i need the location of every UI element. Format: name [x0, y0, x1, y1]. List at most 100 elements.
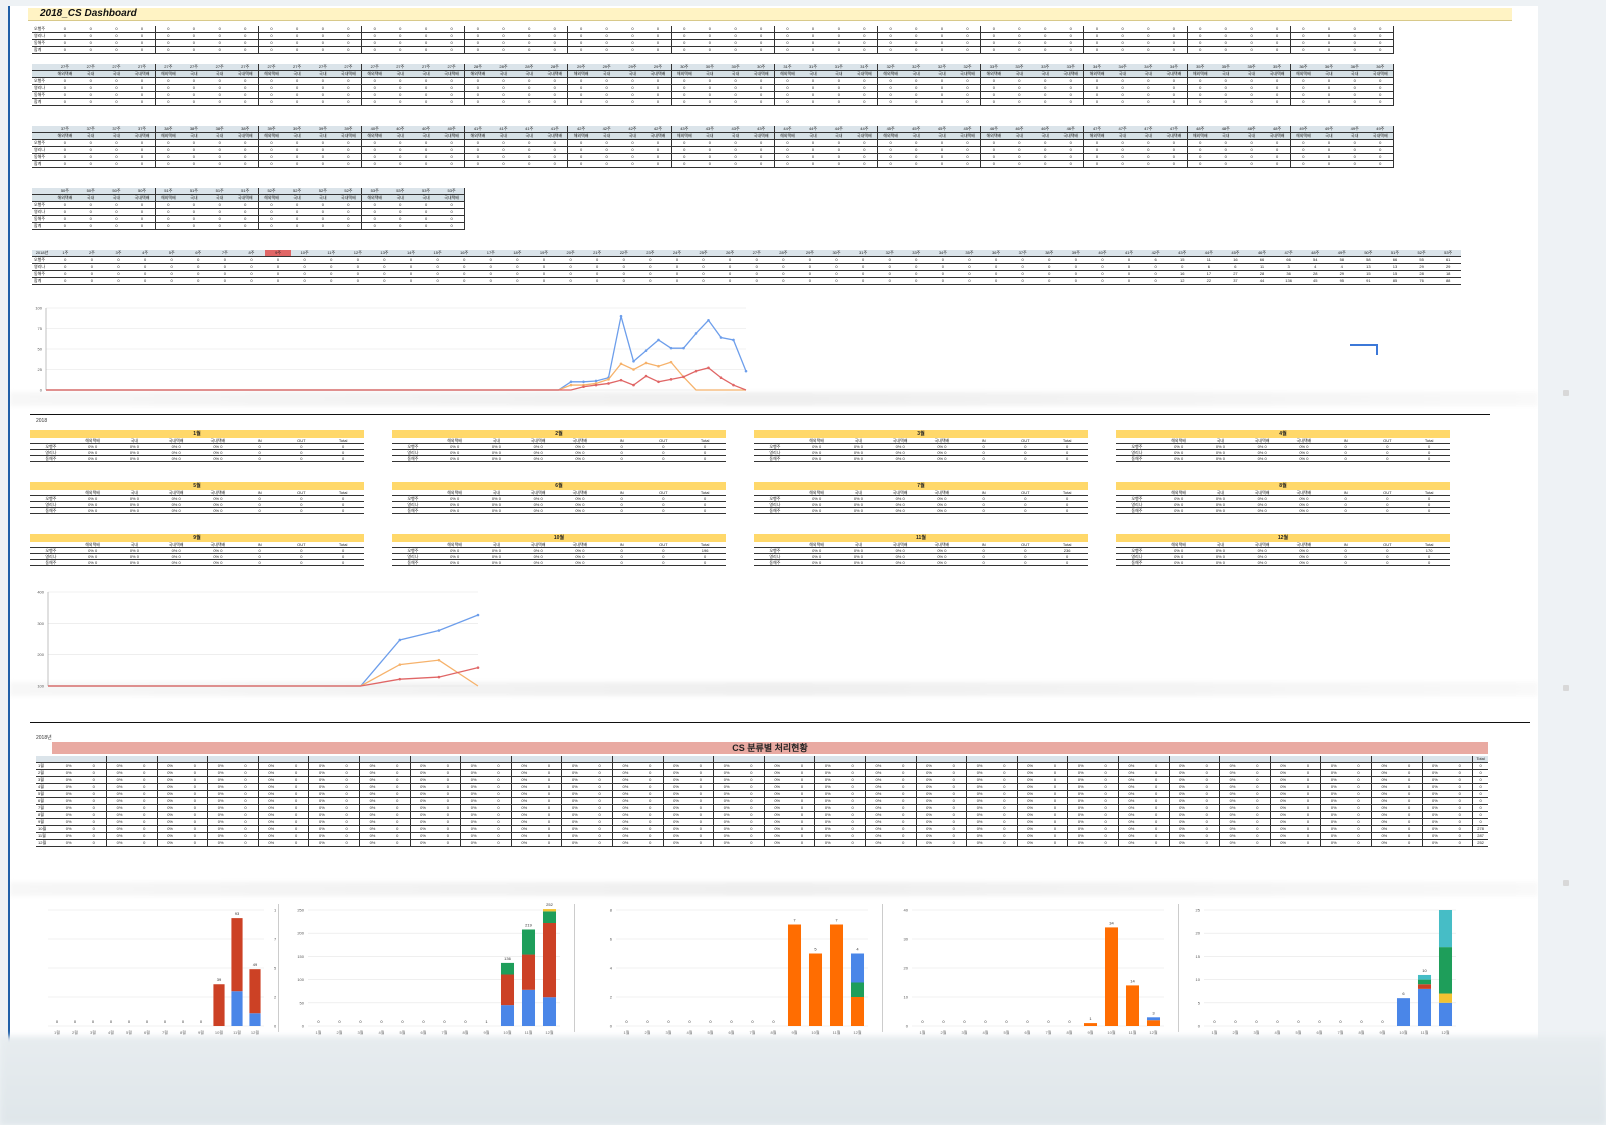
row-label: 6월	[36, 797, 56, 805]
cs-cell: 0%	[1169, 804, 1195, 812]
data-cell: 0	[464, 84, 491, 92]
cs-cell: 0	[384, 811, 411, 819]
bar	[1417, 984, 1432, 989]
cs-cell: 0	[688, 783, 715, 791]
cs-cell: 0	[1447, 762, 1474, 770]
cs-cell: 0%	[764, 832, 790, 840]
subheader-cell: 해외택배	[1083, 70, 1110, 78]
subheader-row: 해외택배 국내 국내 국내택배 해외택배 국내 국내 국내택배 해외택배 국내 국내 국내택배 해외택배…	[32, 132, 1394, 140]
cs-cell: 0%	[258, 811, 284, 819]
cs-cell: 0	[233, 783, 259, 791]
annual-cell: 13	[1381, 263, 1409, 271]
data-cell: 0	[490, 32, 517, 40]
cs-cell: 0	[789, 776, 816, 784]
bar	[829, 924, 844, 1026]
bar	[1417, 979, 1432, 985]
bar-value-label: 0	[74, 1019, 77, 1024]
cs-cell: 0	[1244, 797, 1271, 805]
data-cell: 0	[1161, 98, 1188, 106]
annual-cell: 0	[211, 270, 239, 278]
data-point	[719, 336, 723, 339]
data-cell: 0	[851, 46, 878, 54]
bar	[850, 997, 865, 1026]
cs-cell: 0%	[359, 804, 385, 812]
annual-cell: 13	[1355, 263, 1382, 271]
data-cell: 0	[413, 46, 439, 54]
cs-cell: 0%	[966, 811, 992, 819]
spreadsheet-sheet[interactable]: 2018_CS Dashboard 오행주 0 0 0 0 0 0 0 0 0 0 0 0 0 0 0 0 0 0 0…	[8, 6, 1538, 1074]
cs-cell: 0	[435, 832, 462, 840]
data-cell: 0	[206, 84, 233, 92]
subheader-cell: 해외택배	[567, 70, 594, 78]
data-cell: 0	[1367, 77, 1394, 85]
weekly-table: 50주 50주 50주 50주 51주 51주 51주 51주 52주 52주 52주 52주 53주 5…	[32, 188, 466, 230]
data-cell: 0	[1238, 32, 1265, 40]
data-cell: 0	[645, 153, 672, 161]
x-tick-label: 10월	[1107, 1029, 1115, 1035]
data-cell: 0	[825, 77, 852, 85]
data-cell: 0	[1341, 77, 1368, 85]
annual-cell: 0	[238, 277, 265, 285]
cs-row: 11월 0% 0 0% 0 0% 0 0% 0 0% 0 0% 0 0% 0 0% 0 0% 0 0% 0 0% 0 0% 0 0…	[36, 832, 1488, 840]
data-point	[657, 338, 660, 342]
annual-cell: 0	[158, 277, 185, 285]
data-cell: 0	[1058, 77, 1085, 85]
cs-cell: 0%	[1320, 811, 1347, 819]
cs-cell: 0	[941, 818, 968, 826]
header-cell	[32, 194, 52, 202]
cs-cell: 0	[486, 825, 512, 833]
data-cell: 0	[180, 160, 207, 168]
bar-value-label: 0	[200, 1019, 203, 1024]
month-row: 동해주 0% 0 0% 0 0% 0 0% 0000	[1116, 559, 1450, 566]
data-cell: 0	[1083, 91, 1110, 99]
cs-cell: 0	[1295, 797, 1322, 805]
cell: 0	[1366, 559, 1409, 566]
data-cell: 0	[129, 77, 156, 85]
annual-cell: 0	[557, 277, 584, 285]
cs-cell: 0	[435, 818, 462, 826]
cs-total: 0	[1472, 769, 1488, 777]
cs-cell: 0%	[1371, 783, 1397, 791]
data-cell: 0	[1032, 146, 1059, 154]
data-cell: 0	[232, 46, 259, 54]
month-header: 5월	[30, 482, 364, 490]
data-cell: 0	[155, 32, 181, 40]
cs-cell: 0%	[612, 776, 638, 784]
cs-cell: 0	[587, 811, 614, 819]
data-cell: 0	[232, 208, 259, 216]
subheader-cell: 국내택배	[232, 70, 259, 78]
data-cell: 0	[52, 98, 78, 106]
cs-cell: 0%	[1017, 832, 1043, 840]
annual-cell: 0	[849, 277, 877, 285]
data-cell: 0	[155, 222, 181, 230]
data-cell: 0	[1316, 146, 1342, 154]
data-cell: 0	[129, 32, 156, 40]
cell: 0% 0	[921, 455, 963, 462]
cs-cell: 0	[1042, 832, 1069, 840]
cs-cell: 0	[435, 804, 462, 812]
cs-cell: 0	[890, 832, 917, 840]
annual-cell: 0	[876, 263, 903, 271]
cell: 0% 0	[113, 559, 156, 566]
data-cell: 0	[438, 32, 466, 40]
data-cell: 0	[774, 139, 801, 147]
x-tick-label: 9월	[198, 1029, 204, 1035]
annual-cell: 0	[929, 270, 957, 278]
data-cell: 0	[1032, 84, 1059, 92]
subheader-cell: 국내	[103, 132, 130, 140]
subheader-cell: 해외택배	[52, 132, 78, 140]
data-cell: 0	[361, 98, 388, 106]
cs-cell: 0	[1194, 776, 1221, 784]
data-cell: 0	[696, 153, 723, 161]
cs-cell: 0	[739, 790, 765, 798]
data-cell: 0	[1367, 91, 1394, 99]
cs-cell: 0%	[1169, 783, 1195, 791]
subheader-cell: 국내	[284, 194, 310, 202]
data-cell: 0	[258, 84, 285, 92]
data-cell: 0	[774, 32, 801, 40]
y-tick-label: 6	[610, 937, 613, 942]
data-cell: 0	[309, 215, 336, 223]
data-cell: 0	[387, 39, 414, 47]
data-cell: 0	[696, 98, 723, 106]
cs-cell: 0	[840, 839, 867, 847]
